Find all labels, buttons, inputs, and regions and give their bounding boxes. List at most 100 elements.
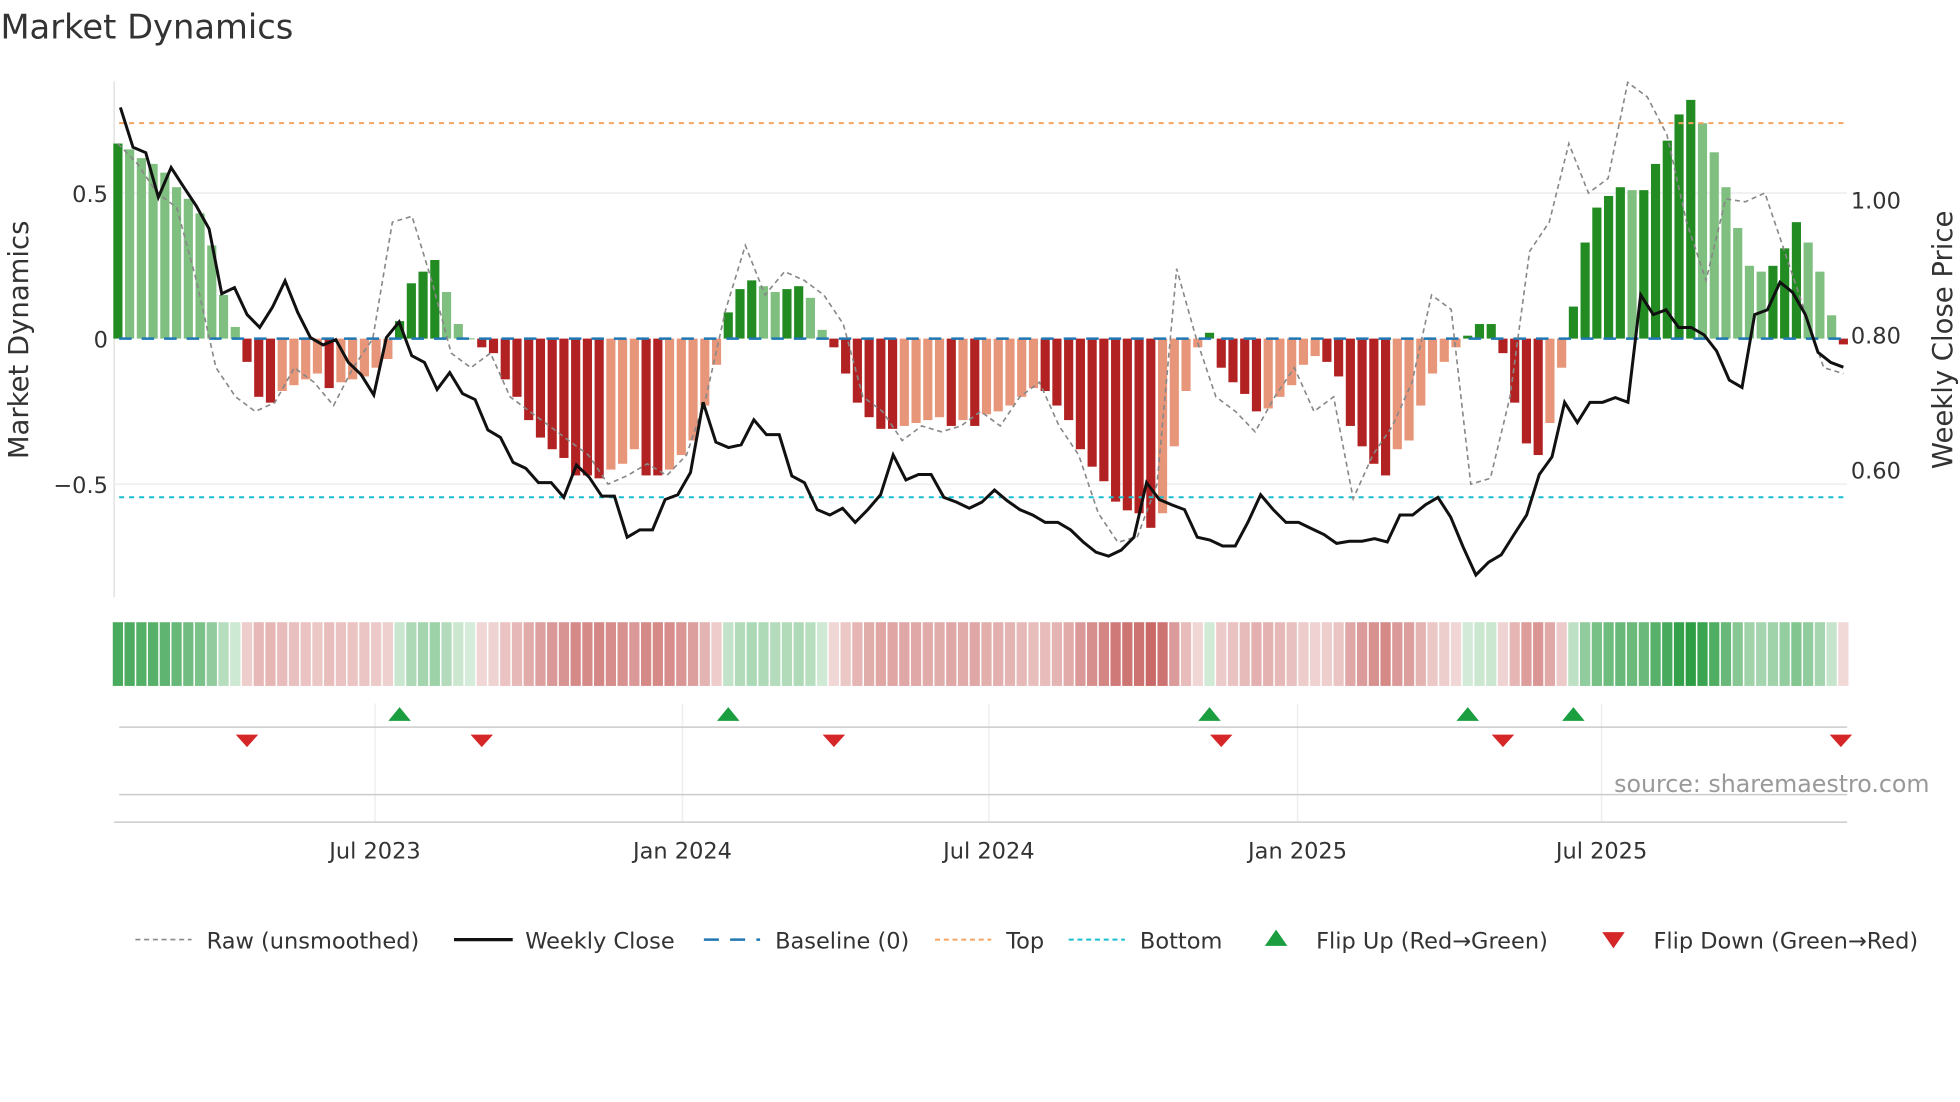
heat-cell: [1321, 622, 1333, 686]
momentum-bar: [125, 149, 135, 339]
momentum-bar: [453, 324, 463, 339]
heat-cell: [1180, 622, 1192, 686]
momentum-heat-strip: [112, 622, 1849, 686]
main-panel: 0.5 0 −0.5 1.00 0.80 0.60 Market Dynamics We…: [3, 81, 1959, 598]
momentum-bar: [618, 338, 628, 464]
y-tick-label: −0.5: [53, 473, 108, 499]
heat-cell: [711, 622, 722, 686]
momentum-bar: [1568, 306, 1578, 339]
heat-cell: [664, 622, 675, 686]
momentum-bar: [136, 158, 146, 339]
heat-cell: [347, 622, 358, 686]
momentum-bar: [160, 172, 170, 339]
heat-cell: [734, 622, 746, 686]
heat-cell: [1556, 622, 1567, 686]
momentum-bar: [1756, 271, 1766, 339]
heat-cell: [1838, 622, 1849, 686]
flip-down-marker: [470, 734, 494, 748]
momentum-bar: [1345, 338, 1355, 426]
flip-down-marker: [822, 734, 846, 748]
momentum-bar: [1721, 187, 1731, 339]
momentum-bar: [183, 198, 193, 339]
momentum-bar: [500, 338, 510, 380]
legend-flip-down-icon: [1602, 932, 1625, 949]
momentum-bar: [899, 338, 909, 426]
flip-down-marker: [1491, 734, 1515, 748]
heat-cell: [476, 622, 487, 686]
heat-cell: [781, 622, 793, 686]
momentum-bar: [946, 338, 956, 426]
momentum-bar: [1099, 338, 1109, 482]
momentum-bar: [1169, 338, 1179, 447]
flip-up-marker: [1562, 707, 1585, 721]
momentum-bar: [113, 143, 123, 339]
x-tick-label: Jul 2025: [1554, 838, 1647, 864]
momentum-bar: [1780, 248, 1790, 339]
momentum-bar: [700, 338, 710, 406]
x-tick-label: Jul 2023: [327, 838, 420, 864]
heat-cell: [453, 622, 464, 686]
heat-cell: [1063, 622, 1074, 686]
momentum-bar: [477, 338, 487, 348]
heat-cell: [594, 622, 605, 686]
momentum-bar: [547, 338, 557, 450]
heat-cell: [1474, 622, 1485, 686]
heat-cell: [1028, 622, 1039, 686]
momentum-bar: [1310, 338, 1320, 357]
heat-cell: [1791, 622, 1802, 686]
momentum-bar: [265, 338, 276, 403]
heat-cell: [523, 622, 534, 686]
chart-title: Market Dynamics: [0, 8, 293, 47]
heat-cell: [1439, 622, 1450, 686]
heat-cell: [887, 622, 898, 686]
heat-cell: [241, 622, 253, 686]
heat-cell: [605, 622, 617, 686]
heat-cell: [441, 622, 452, 686]
momentum-bar: [1533, 338, 1543, 456]
heat-cell: [746, 622, 757, 686]
momentum-bar: [747, 280, 757, 339]
heat-cell: [1145, 622, 1156, 686]
heat-cell: [1509, 622, 1520, 686]
momentum-bar: [676, 338, 686, 456]
heat-cell: [1263, 622, 1274, 686]
heat-cell: [1356, 622, 1368, 686]
heat-cell: [1040, 622, 1051, 686]
heat-cell: [136, 622, 147, 686]
legend-label-close: Weekly Close: [525, 928, 674, 954]
heat-cell: [1392, 622, 1403, 686]
momentum-bar: [1146, 338, 1156, 528]
flip-down-marker: [1210, 734, 1233, 748]
heat-cell: [1497, 622, 1509, 686]
momentum-bar: [1181, 338, 1191, 391]
momentum-bar: [324, 338, 334, 389]
momentum-bar: [876, 338, 886, 429]
momentum-bar: [735, 289, 745, 339]
momentum-bar: [1486, 324, 1496, 339]
heat-cell: [406, 622, 417, 686]
heat-cell: [699, 622, 710, 686]
heat-cell: [183, 622, 194, 686]
heat-cell: [1814, 622, 1826, 686]
momentum-bar: [535, 338, 546, 438]
momentum-bar: [852, 338, 862, 403]
y-tick-label: 0: [94, 327, 108, 353]
momentum-bar: [923, 338, 933, 421]
heat-cell: [1169, 622, 1180, 686]
heat-cell: [1087, 622, 1098, 686]
heat-cell: [382, 622, 393, 686]
momentum-bar: [1686, 99, 1696, 339]
momentum-bar: [934, 338, 945, 418]
heat-cell: [1709, 622, 1720, 686]
legend-label-raw: Raw (unsmoothed): [207, 928, 420, 954]
heat-cell: [159, 622, 170, 686]
momentum-bar: [1122, 338, 1132, 511]
momentum-bar: [1639, 190, 1649, 339]
heat-cell: [840, 622, 851, 686]
heat-cell: [1333, 622, 1344, 686]
legend-label-flip-down: Flip Down (Green→Red): [1653, 928, 1918, 954]
heat-cell: [359, 622, 370, 686]
x-tick-label: Jan 2025: [1246, 838, 1347, 864]
momentum-bar: [1028, 338, 1039, 389]
momentum-bar: [723, 312, 733, 339]
